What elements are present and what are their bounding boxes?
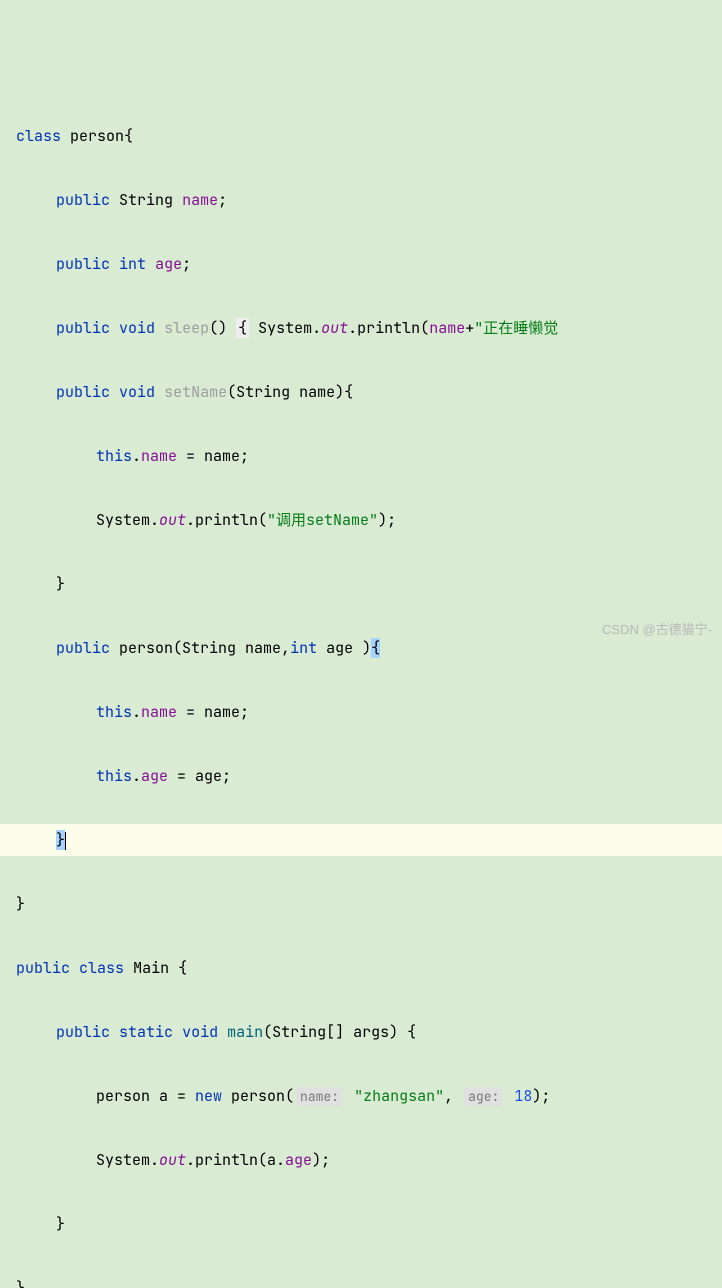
code-line: public void sleep() { System.out.println… — [0, 312, 722, 344]
code-line: public int age; — [0, 248, 722, 280]
code-line: public class Main { — [0, 952, 722, 984]
code-line: this.name = name; — [0, 696, 722, 728]
parameter-hint: age: — [464, 1087, 503, 1106]
brace-match-highlight: { — [236, 318, 249, 338]
code-line: this.name = name; — [0, 440, 722, 472]
code-line: } — [0, 1272, 722, 1288]
code-line: person a = new person(name: "zhangsan", … — [0, 1080, 722, 1112]
code-line-current: } — [0, 824, 722, 856]
code-line: } — [0, 568, 722, 600]
code-line: System.out.println("调用setName"); — [0, 504, 722, 536]
code-line: public static void main(String[] args) { — [0, 1016, 722, 1048]
code-editor[interactable]: class person{ public String name; public… — [0, 80, 722, 1288]
code-line: class person{ — [0, 120, 722, 152]
code-line: this.age = age; — [0, 760, 722, 792]
code-line: public String name; — [0, 184, 722, 216]
text-cursor — [65, 832, 66, 850]
brace-match-highlight: } — [56, 830, 65, 850]
code-line: System.out.println(a.age); — [0, 1144, 722, 1176]
brace-match-highlight: { — [371, 638, 380, 658]
code-line: public void setName(String name){ — [0, 376, 722, 408]
code-line: } — [0, 888, 722, 920]
parameter-hint: name: — [296, 1087, 343, 1106]
code-line: } — [0, 1208, 722, 1240]
watermark: CSDN @古德猫宁- — [602, 619, 712, 638]
